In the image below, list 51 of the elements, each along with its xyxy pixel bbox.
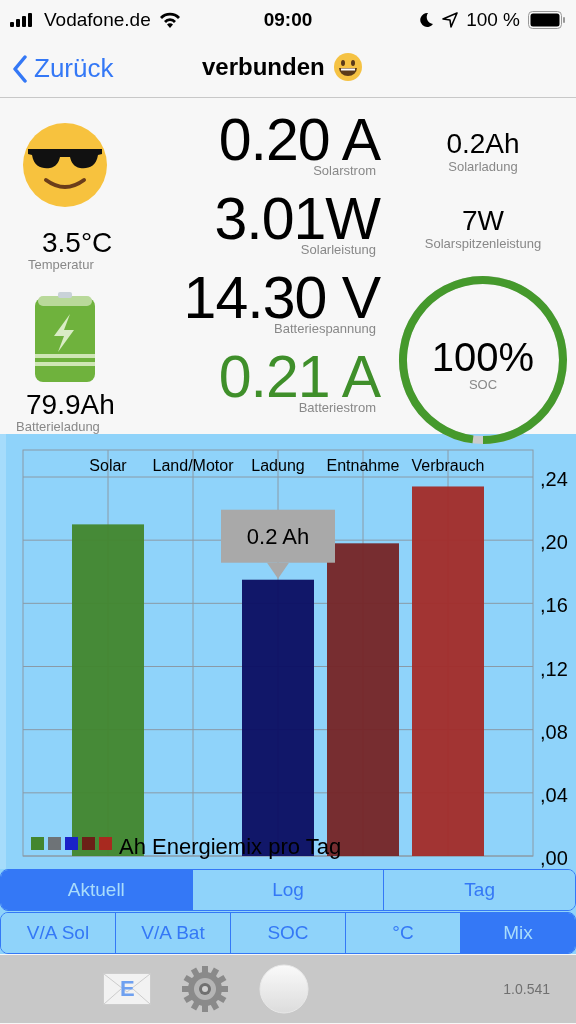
reading-value: 7W — [462, 205, 504, 237]
soc-value: 100% — [431, 336, 535, 378]
y-tick-label: ,16 — [540, 594, 568, 617]
reading-label: Batteriespannung — [274, 322, 376, 336]
location-arrow-icon — [442, 12, 459, 28]
category-label: Verbrauch — [411, 457, 485, 474]
reading-value: 3.01W — [214, 193, 380, 245]
settings-icon[interactable] — [181, 965, 229, 1013]
y-tick-label: ,20 — [540, 531, 568, 554]
battery-icon — [528, 11, 566, 29]
circle-button[interactable] — [259, 964, 309, 1014]
moon-icon — [419, 12, 435, 28]
reading-label: Solarspitzenleistung — [424, 237, 542, 251]
carrier-name: Vodafone.de — [44, 9, 151, 31]
battery-percent: 100 % — [466, 9, 520, 31]
reading-label: Batteriestrom — [298, 401, 376, 415]
reading-label: Solarleistung — [300, 243, 376, 257]
temperature-label: Temperatur — [27, 258, 95, 272]
segment-tab[interactable]: Mix — [460, 913, 575, 953]
segment-tab[interactable]: Tag — [383, 870, 575, 910]
sunglasses-face-icon — [22, 122, 108, 208]
reading-value: 0.2Ah — [446, 128, 520, 160]
reading-value: 0.20 A — [218, 114, 380, 166]
battery-charging-icon — [34, 292, 96, 384]
y-tick-label: ,08 — [540, 720, 568, 743]
category-label: Entnahme — [326, 457, 400, 474]
back-button[interactable]: Zurück — [0, 53, 114, 84]
battery-charge-label: Batterieladung — [15, 420, 101, 434]
tooltip-text: 0.2 Ah — [246, 523, 310, 549]
back-chevron-icon[interactable] — [12, 54, 28, 83]
reading-value: 0.21 A — [218, 351, 380, 403]
category-label: Land/Motor — [152, 457, 234, 474]
email-button[interactable]: E — [103, 973, 151, 1005]
soc-label: SOC — [468, 378, 498, 392]
category-label: Solar — [89, 457, 127, 474]
y-tick-label: ,12 — [540, 657, 568, 680]
y-tick-label: ,00 — [540, 847, 568, 869]
clock-time: 09:00 — [263, 9, 313, 31]
y-tick-label: ,04 — [540, 783, 568, 806]
grinning-face-icon — [332, 52, 363, 82]
reading-label: Solarladung — [448, 160, 518, 174]
y-tick-label: ,24 — [540, 468, 568, 490]
screen-title: verbunden — [202, 53, 325, 81]
version-label: 1.0.541 — [503, 981, 550, 997]
reading-label: Solarstrom — [313, 164, 376, 178]
wifi-icon — [158, 12, 181, 28]
category-label: Ladung — [251, 457, 305, 474]
reading-value: 14.30 V — [183, 272, 380, 324]
battery-charge-value: 79.9Ah — [25, 390, 116, 420]
temperature-value: 3.5°C — [41, 228, 114, 258]
segment-tab[interactable]: Aktuell — [1, 870, 192, 910]
